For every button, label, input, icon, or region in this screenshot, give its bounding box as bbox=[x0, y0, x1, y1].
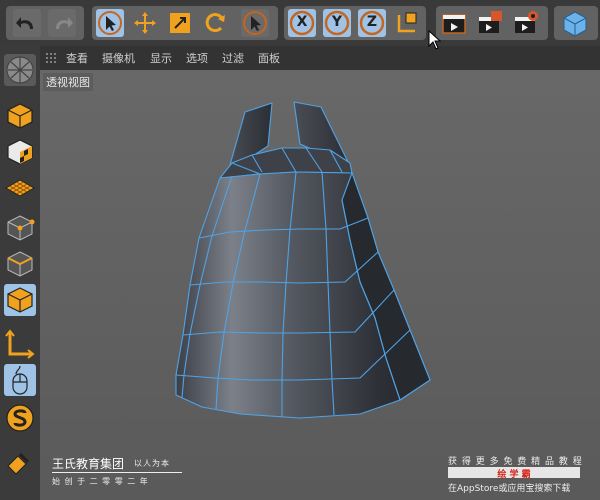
sculpt-button[interactable] bbox=[4, 446, 36, 478]
undo-icon bbox=[16, 17, 33, 29]
texture-mode-icon bbox=[7, 139, 33, 165]
watermark-download: 在AppStore或应用宝搜索下载 bbox=[448, 484, 571, 494]
points-mode-button[interactable] bbox=[4, 212, 36, 244]
redo-button[interactable] bbox=[48, 9, 76, 37]
live-select-icon bbox=[98, 11, 122, 35]
menu-cameras[interactable]: 摄像机 bbox=[102, 50, 135, 66]
x-axis-label: X bbox=[296, 14, 308, 30]
y-axis-label: Y bbox=[331, 14, 343, 30]
render-view-button[interactable] bbox=[440, 9, 468, 37]
cube-primitive-icon bbox=[563, 11, 587, 37]
move-button[interactable] bbox=[131, 9, 159, 37]
menu-display[interactable]: 显示 bbox=[150, 50, 172, 66]
menu-options[interactable]: 选项 bbox=[186, 50, 208, 66]
workplane-button[interactable] bbox=[4, 172, 36, 204]
x-axis-button[interactable]: X bbox=[288, 9, 316, 37]
menu-view[interactable]: 查看 bbox=[66, 50, 88, 66]
z-axis-button[interactable]: Z bbox=[358, 9, 386, 37]
make-editable-icon bbox=[6, 56, 34, 84]
polygons-mode-button[interactable] bbox=[4, 284, 36, 316]
cone-model[interactable] bbox=[40, 70, 600, 500]
tweak-mode-button[interactable] bbox=[4, 364, 36, 396]
enable-axis-button[interactable] bbox=[4, 328, 36, 360]
scale-button[interactable] bbox=[166, 9, 194, 37]
move-icon bbox=[134, 12, 156, 34]
watermark-divider bbox=[52, 472, 182, 473]
y-axis-button[interactable]: Y bbox=[323, 9, 351, 37]
render-settings-icon bbox=[515, 11, 538, 33]
menu-filter[interactable]: 过滤 bbox=[222, 50, 244, 66]
mouse-cursor-icon bbox=[428, 30, 442, 50]
render-picture-viewer-icon bbox=[479, 11, 502, 33]
enable-axis-icon bbox=[5, 329, 35, 359]
coordinate-system-button[interactable] bbox=[393, 9, 421, 37]
snap-button[interactable] bbox=[4, 402, 36, 434]
workplane-icon bbox=[4, 179, 36, 197]
points-mode-icon bbox=[7, 215, 35, 241]
render-view-icon bbox=[442, 14, 466, 34]
scale-icon bbox=[170, 13, 190, 33]
recent-tool-icon bbox=[243, 11, 267, 35]
texture-mode-button[interactable] bbox=[4, 136, 36, 168]
viewport-menubar: 查看 摄像机 显示 选项 过滤 面板 bbox=[40, 46, 600, 70]
main-toolbar: X Y Z bbox=[0, 0, 600, 46]
recent-tool-button[interactable] bbox=[241, 9, 269, 37]
cube-primitive-button[interactable] bbox=[561, 9, 589, 37]
make-editable-button[interactable] bbox=[4, 54, 36, 86]
mode-palette bbox=[0, 46, 40, 500]
render-settings-button[interactable] bbox=[512, 9, 540, 37]
menu-grip-icon bbox=[46, 53, 56, 63]
edges-mode-icon bbox=[7, 251, 33, 277]
watermark-founded: 始 创 于 二 零 零 二 年 bbox=[52, 477, 149, 486]
watermark-promo-line: 获 得 更 多 免 费 精 品 教 程 bbox=[448, 457, 583, 467]
perspective-viewport[interactable]: 透视视图 王氏教育集团 以人为本 始 创 于 二 零 零 二 年 获 得 更 多… bbox=[40, 70, 600, 500]
watermark-tagline: 以人为本 bbox=[134, 459, 170, 468]
undo-button[interactable] bbox=[13, 9, 41, 37]
edges-mode-button[interactable] bbox=[4, 248, 36, 280]
watermark-brand: 绘 学 霸 bbox=[497, 470, 531, 480]
rotate-icon bbox=[205, 13, 225, 33]
live-selection-button[interactable] bbox=[96, 9, 124, 37]
tweak-mode-icon bbox=[12, 365, 28, 395]
snap-icon bbox=[6, 404, 34, 432]
watermark-company: 王氏教育集团 bbox=[52, 457, 125, 471]
coordinate-system-icon bbox=[397, 12, 417, 33]
polygons-mode-icon bbox=[7, 287, 33, 313]
z-axis-label: Z bbox=[366, 14, 378, 30]
render-picture-viewer-button[interactable] bbox=[476, 9, 504, 37]
model-mode-icon bbox=[7, 103, 33, 129]
sculpt-icon bbox=[7, 452, 30, 475]
menu-panel[interactable]: 面板 bbox=[258, 50, 280, 66]
rotate-button[interactable] bbox=[201, 9, 229, 37]
model-mode-button[interactable] bbox=[4, 100, 36, 132]
redo-icon bbox=[56, 17, 73, 29]
